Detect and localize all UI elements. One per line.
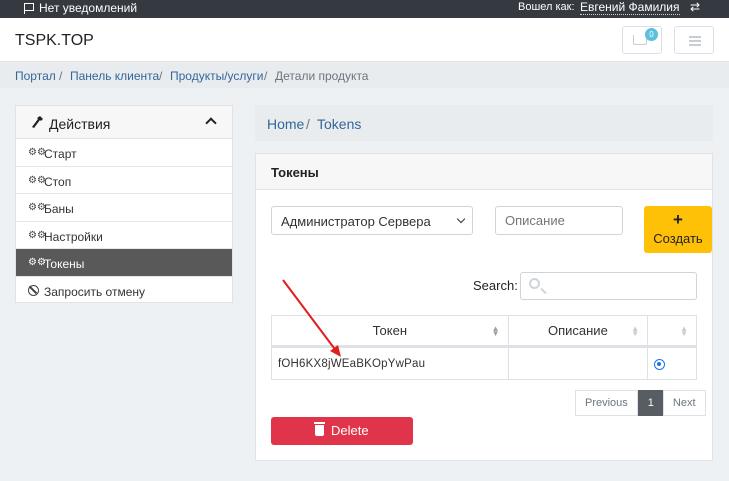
breadcrumb-products[interactable]: Продукты/услуги [170,69,264,83]
panel-header: Токены [256,154,712,190]
sidebar-item-bans[interactable]: ⚙⚙ Баны [16,194,232,222]
pagination-page-1[interactable]: 1 [637,390,664,416]
sidebar-header[interactable]: Действия [16,106,232,139]
sidebar-item-label: Токены [44,257,85,271]
column-header-description[interactable]: Описание ▲ ▼ [507,315,649,348]
chevron-down-icon [456,214,466,224]
gears-icon: ⚙⚙ [28,147,46,158]
wrench-icon [32,116,43,128]
delete-button[interactable]: Delete [271,417,413,445]
sidebar-item-tokens[interactable]: ⚙⚙ Токены [16,249,232,277]
sidebar-item-label: Старт [44,147,77,161]
user-name-link[interactable]: Евгений Фамилия [580,0,680,15]
token-select-radio[interactable] [654,359,666,370]
sort-asc-icon: ▲ ▼ [491,324,500,338]
ban-icon [28,284,39,296]
breadcrumb-portal[interactable]: Портал [15,69,56,83]
sort-icon: ▲ ▼ [680,324,688,338]
inner-breadcrumb-tokens[interactable]: Tokens [317,116,361,132]
chevron-up-icon[interactable] [205,117,217,129]
delete-button-label: Delete [331,423,369,438]
column-header-token[interactable]: Токен ▲ ▼ [271,315,509,348]
pagination-next[interactable]: Next [662,390,706,416]
cart-button[interactable]: 0 [622,26,662,54]
sidebar-item-stop[interactable]: ⚙⚙ Стоп [16,167,232,194]
gears-icon: ⚙⚙ [28,174,46,186]
table-row[interactable]: fOH6KX8jWEaBKOpYwPau [271,346,697,380]
gears-icon: ⚙⚙ [28,202,46,213]
token-cell: fOH6KX8jWEaBKOpYwPau [271,346,509,380]
inner-breadcrumb-home[interactable]: Home [267,116,304,132]
actions-sidebar: Действия ⚙⚙ Старт ⚙⚙ Стоп ⚙⚙ Баны ⚙⚙ Нас… [15,105,233,303]
group-select[interactable]: Администратор Сервера [271,206,473,235]
menu-toggle-button[interactable] [674,26,714,54]
search-input[interactable] [520,272,697,300]
top-bar: Нет уведомлений Вошел как: Евгений Фамил… [0,0,729,18]
sort-icon: ▲ ▼ [631,324,640,338]
logged-in-label: Вошел как: [518,1,575,13]
shuffle-icon[interactable]: ⇄ [690,0,700,14]
hamburger-icon [689,36,701,38]
sidebar-item-request-cancellation[interactable]: Запросить отмену [16,277,232,305]
search-icon [529,278,540,289]
breadcrumb: Портал / Панель клиента / Продукты/услуг… [0,62,729,88]
panel-title: Токены [271,165,319,180]
sidebar-item-label: Настройки [44,229,103,244]
notifications-link[interactable]: Нет уведомлений [24,1,137,15]
pagination-previous[interactable]: Previous [575,390,638,416]
sidebar-item-label: Стоп [44,174,72,189]
description-cell [507,346,649,380]
sidebar-item-settings[interactable]: ⚙⚙ Настройки [16,222,232,249]
sidebar-title: Действия [49,116,111,132]
sidebar-item-label: Запросить отмену [44,284,146,299]
gears-icon: ⚙⚙ [28,229,46,241]
create-button[interactable]: + Создать [644,206,712,253]
gears-icon: ⚙⚙ [28,257,46,268]
trash-icon [314,422,326,436]
breadcrumb-current: Детали продукта [275,69,369,83]
pagination: Previous 1 Next [575,390,706,416]
site-header: TSPK.TOP 0 [0,18,729,62]
tokens-table: Токен ▲ ▼ Описание ▲ ▼ ▲ ▼ fOH6KX8jWEaBKOpY… [271,315,697,380]
tokens-panel: Токены Администратор Сервера + Создать S… [255,153,713,461]
select-cell [647,346,697,380]
description-input[interactable] [495,206,623,235]
plus-icon: + [673,210,683,229]
sidebar-item-label: Баны [44,202,74,216]
inner-breadcrumb: Home / Tokens [255,105,713,141]
column-header-select[interactable]: ▲ ▼ [647,315,697,348]
brand-logo[interactable]: TSPK.TOP [15,32,94,50]
search-label: Search: [473,278,518,293]
notifications-label: Нет уведомлений [39,1,138,15]
group-select-value: Администратор Сервера [281,214,431,229]
cart-count-badge: 0 [645,28,658,41]
create-button-label: Создать [653,231,703,246]
sidebar-item-start[interactable]: ⚙⚙ Старт [16,139,232,167]
breadcrumb-client-panel[interactable]: Панель клиента [70,69,159,83]
flag-icon [24,2,35,14]
